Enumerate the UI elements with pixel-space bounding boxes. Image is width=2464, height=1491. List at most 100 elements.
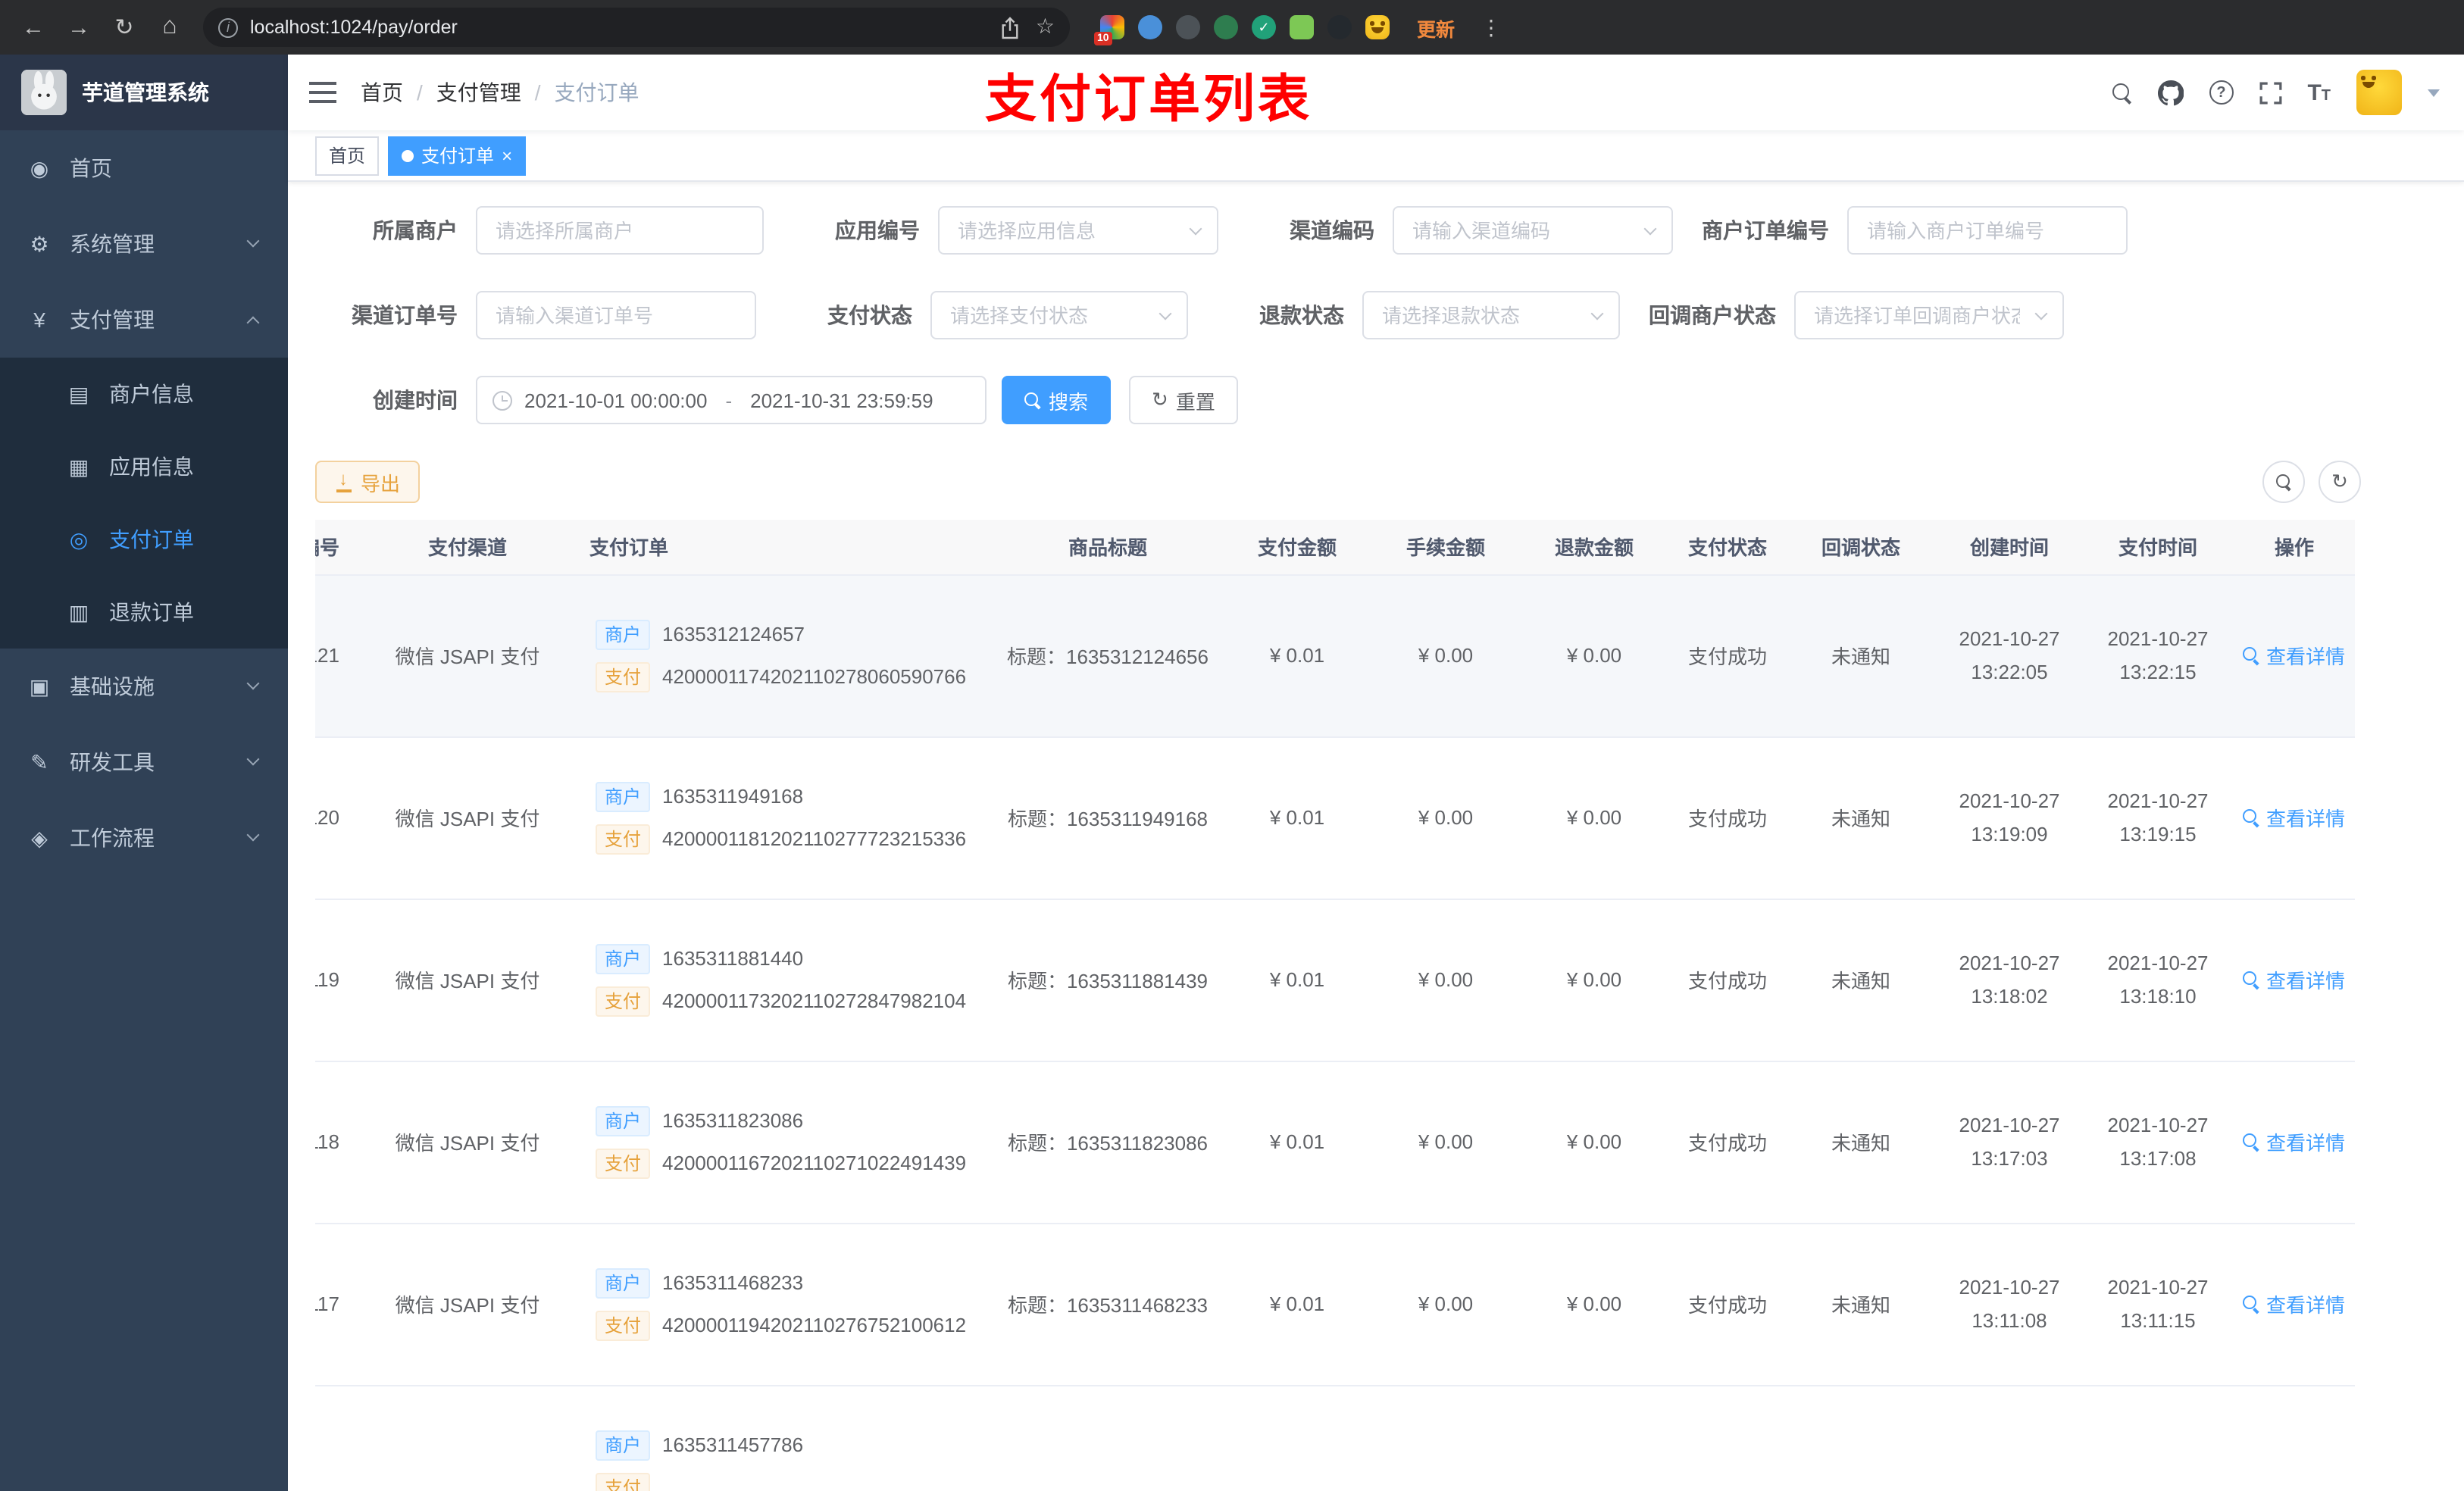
channel-order-no-label: 渠道订单号 — [352, 303, 458, 327]
refund-order-icon: ▥ — [68, 599, 89, 624]
sidebar-item-app-info[interactable]: ▦ 应用信息 — [0, 430, 288, 503]
merchant-icon: ▤ — [68, 381, 89, 405]
share-icon[interactable] — [1001, 16, 1021, 39]
github-icon[interactable] — [2157, 80, 2184, 105]
extension-blue-icon[interactable] — [1138, 15, 1162, 39]
channel-code-select[interactable] — [1393, 206, 1673, 255]
view-detail-link[interactable]: 查看详情 — [2243, 965, 2345, 994]
notify-status-select[interactable] — [1794, 291, 2064, 339]
tab-home[interactable]: 首页 — [315, 136, 380, 175]
browser-reload-icon[interactable] — [106, 9, 142, 45]
breadcrumb-pay-mgmt[interactable]: 支付管理 — [436, 77, 521, 108]
pay-tag: 支付 — [596, 986, 651, 1016]
pay-tag: 支付 — [596, 824, 651, 854]
channel-code-label: 渠道编码 — [1290, 218, 1374, 242]
sidebar-item-infra[interactable]: ▣ 基础设施 — [0, 649, 288, 724]
profile-avatar-icon[interactable] — [1365, 15, 1390, 39]
refund-status-select[interactable] — [1362, 291, 1620, 339]
download-icon — [335, 467, 353, 492]
sidebar-item-payment[interactable]: ¥ 支付管理 — [0, 282, 288, 358]
search-button[interactable]: 搜索 — [1002, 376, 1112, 424]
clock-icon — [492, 390, 512, 410]
close-icon[interactable]: × — [502, 146, 512, 164]
tab-pay-order[interactable]: 支付订单 × — [388, 136, 527, 175]
col-notify-status: 回调状态 — [1785, 520, 1937, 575]
sidebar-item-pay-order[interactable]: ◎ 支付订单 — [0, 503, 288, 576]
pay-tag: 支付 — [596, 1148, 651, 1178]
sidebar-item-home[interactable]: ◉ 首页 — [0, 130, 288, 206]
gear-icon: ⚙ — [30, 231, 49, 255]
col-channel: 支付渠道 — [358, 520, 577, 575]
channel-code-field — [1393, 206, 1673, 255]
app-no-label: 应用编号 — [835, 218, 920, 242]
sidebar-logo[interactable]: 芋道管理系统 — [0, 55, 288, 130]
view-detail-link[interactable]: 查看详情 — [2243, 803, 2345, 832]
red-annotation: 支付订单列表 — [985, 71, 1312, 129]
breadcrumb: 首页 / 支付管理 / 支付订单 — [361, 77, 639, 108]
font-size-icon[interactable] — [2307, 80, 2331, 105]
bookmark-star-icon[interactable] — [1036, 14, 1055, 41]
col-pay-time: 支付时间 — [2082, 520, 2234, 575]
app-no-select[interactable] — [938, 206, 1218, 255]
merchant-tag: 商户 — [596, 943, 651, 974]
col-pay-order: 支付订单 — [577, 520, 994, 575]
owner-merchant-input[interactable] — [476, 206, 764, 255]
chevron-down-icon — [246, 677, 260, 690]
logo-image — [21, 70, 67, 115]
extension-colorful-icon[interactable]: 10 — [1094, 15, 1124, 45]
refund-status-field — [1362, 291, 1620, 339]
sidebar-item-merchant-info[interactable]: ▤ 商户信息 — [0, 358, 288, 430]
orders-table: 编号 支付渠道 支付订单 商品标题 支付金额 手续金额 退款金额 支付状态 回调… — [315, 520, 2434, 1491]
address-bar[interactable]: localhost:1024/pay/order — [203, 8, 1070, 47]
merchant-tag: 商户 — [596, 1430, 651, 1460]
hamburger-icon[interactable] — [309, 82, 336, 103]
col-id: 编号 — [315, 520, 358, 575]
search-icon[interactable] — [2112, 83, 2131, 102]
sidebar-item-refund-order[interactable]: ▥ 退款订单 — [0, 576, 288, 649]
owner-merchant-label: 所属商户 — [373, 218, 458, 242]
chevron-down-icon — [246, 752, 260, 766]
merchant-order-no-input[interactable] — [1847, 206, 2128, 255]
notify-status-label: 回调商户状态 — [1649, 303, 1776, 327]
extension-green-icon[interactable] — [1214, 15, 1238, 39]
export-button[interactable]: 导出 — [315, 461, 421, 503]
extension-dark-icon[interactable] — [1176, 15, 1200, 39]
extension-black-icon[interactable] — [1327, 15, 1352, 39]
app-grid-icon: ▦ — [68, 454, 89, 478]
col-refund: 退款金额 — [1518, 520, 1670, 575]
pay-status-select[interactable] — [930, 291, 1188, 339]
notify-status-field — [1794, 291, 2064, 339]
reset-button[interactable]: 重置 — [1129, 376, 1238, 424]
browser-menu-icon[interactable] — [1473, 9, 1509, 45]
browser-back-icon[interactable] — [15, 9, 52, 45]
avatar-caret-icon[interactable] — [2428, 89, 2440, 96]
refresh-table-button[interactable] — [2319, 461, 2361, 503]
extension-green-square-icon[interactable] — [1290, 15, 1314, 39]
help-icon[interactable] — [2209, 80, 2234, 105]
sidebar-item-workflow[interactable]: ◈ 工作流程 — [0, 800, 288, 876]
url-text[interactable]: localhost:1024/pay/order — [250, 17, 989, 38]
channel-order-no-input[interactable] — [476, 291, 756, 339]
user-avatar[interactable] — [2356, 70, 2402, 115]
col-actions: 操作 — [2234, 520, 2355, 575]
browser-forward-icon[interactable] — [61, 9, 97, 45]
sidebar-item-system[interactable]: ⚙ 系统管理 — [0, 206, 288, 282]
breadcrumb-home[interactable]: 首页 — [361, 77, 403, 108]
table-row: 商户 1635311457786 支付 — [315, 1385, 2355, 1491]
fullscreen-icon[interactable] — [2259, 81, 2281, 104]
extension-check-icon[interactable]: ✓ — [1252, 15, 1276, 39]
view-detail-link[interactable]: 查看详情 — [2243, 641, 2345, 670]
create-time-range-input[interactable]: 2021-10-01 00:00:00 - 2021-10-31 23:59:5… — [476, 376, 987, 424]
browser-home-icon[interactable] — [152, 9, 188, 45]
site-info-icon[interactable] — [218, 17, 238, 37]
col-title: 商品标题 — [994, 520, 1221, 575]
pay-status-label: 支付状态 — [827, 303, 912, 327]
sidebar-item-dev-tools[interactable]: ✎ 研发工具 — [0, 724, 288, 800]
view-detail-link[interactable]: 查看详情 — [2243, 1289, 2345, 1318]
search-icon — [2243, 647, 2260, 664]
screen: localhost:1024/pay/order 10 ✓ 更新 — [0, 0, 2464, 1491]
toggle-search-button[interactable] — [2262, 461, 2305, 503]
table-row: 119 微信 JSAPI 支付 商户1635311881440 支付420000… — [315, 899, 2355, 1061]
view-detail-link[interactable]: 查看详情 — [2243, 1127, 2345, 1156]
browser-update-button[interactable]: 更新 — [1417, 13, 1455, 42]
